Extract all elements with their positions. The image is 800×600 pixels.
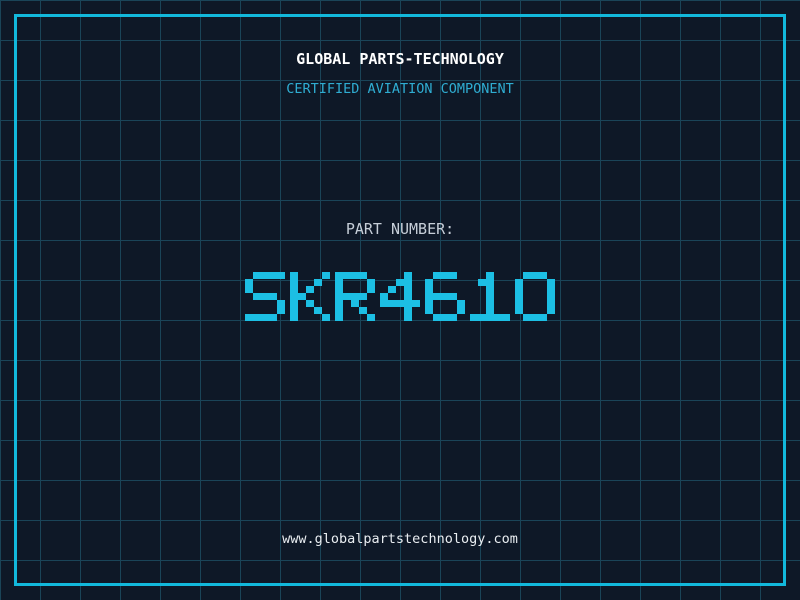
- company-name: GLOBAL PARTS-TECHNOLOGY: [0, 50, 800, 68]
- pixel-char: [380, 272, 420, 321]
- pixel-char: [290, 272, 330, 321]
- pixel-char: [515, 272, 555, 321]
- website-url: www.globalpartstechnology.com: [0, 531, 800, 547]
- pixel-char: [470, 272, 510, 321]
- part-number-display: [245, 272, 555, 321]
- certificate-card: GLOBAL PARTS-TECHNOLOGY CERTIFIED AVIATI…: [0, 0, 800, 600]
- pixel-char: [245, 272, 285, 321]
- certification-tagline: CERTIFIED AVIATION COMPONENT: [0, 81, 800, 97]
- pixel-char: [425, 272, 465, 321]
- part-number-label: PART NUMBER:: [0, 220, 800, 238]
- pixel-char: [335, 272, 375, 321]
